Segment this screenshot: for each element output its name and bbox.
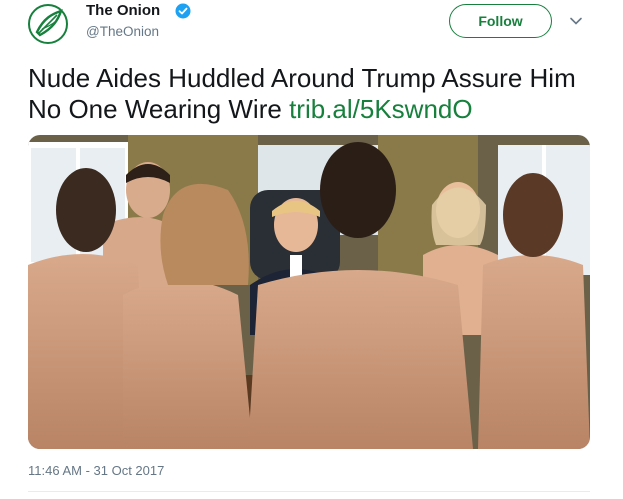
onion-logo-icon xyxy=(28,4,68,44)
photo-illustration xyxy=(28,135,590,449)
account-avatar[interactable] xyxy=(28,4,68,44)
tweet-text: Nude Aides Huddled Around Trump Assure H… xyxy=(28,63,608,125)
tweet-photo[interactable] xyxy=(28,135,590,449)
tweet-timestamp[interactable]: 11:46 AM - 31 Oct 2017 xyxy=(28,463,164,478)
account-name[interactable]: The Onion xyxy=(86,1,160,21)
tweet-link[interactable]: trib.al/5KswndO xyxy=(289,94,473,124)
follow-button[interactable]: Follow xyxy=(449,4,552,38)
follow-button-label: Follow xyxy=(478,13,523,29)
account-handle[interactable]: @TheOnion xyxy=(86,23,159,41)
chevron-down-icon[interactable] xyxy=(569,14,583,28)
verified-badge-icon xyxy=(175,3,191,19)
divider xyxy=(28,491,590,492)
